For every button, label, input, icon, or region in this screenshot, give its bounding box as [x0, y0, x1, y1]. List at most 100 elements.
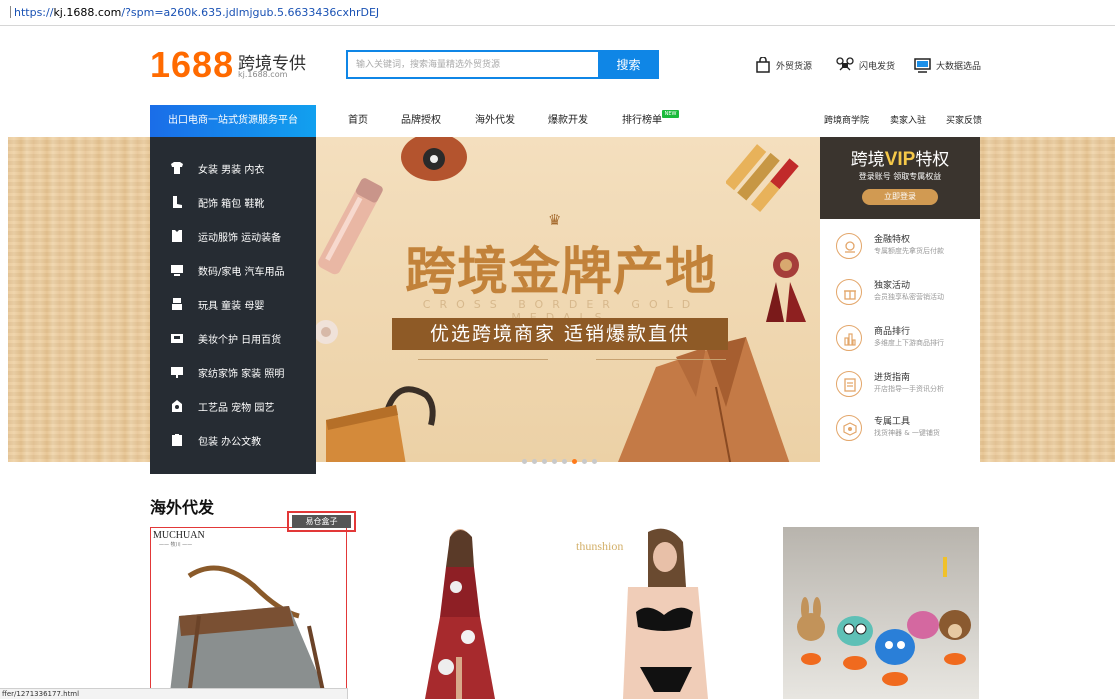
link-foreign-trade-supply[interactable]: 外贸货源 [755, 56, 812, 74]
banner-title: 跨境金牌产地 [404, 243, 717, 302]
logo-url: kj.1688.com [238, 70, 288, 79]
link-label: 外贸货源 [776, 61, 813, 72]
nav-hot-product[interactable]: 爆款开发 [548, 105, 588, 137]
logo-1688[interactable]: 1688 [150, 44, 234, 86]
product-image [797, 557, 971, 686]
service-item-guide[interactable]: 进货指南 开店指导一手资讯分析 [820, 365, 980, 405]
status-bar-url: ffer/1271336177.html [0, 688, 348, 699]
category-label: 数码/家电 汽车用品 [198, 266, 285, 278]
tooltip-box: 易仓盒子 [287, 511, 356, 532]
category-label: 配饰 箱包 鞋靴 [198, 198, 265, 210]
link-label: 闪电发货 [859, 61, 896, 72]
category-label: 玩具 童装 母婴 [198, 300, 265, 312]
service-desc: 开店指导一手资讯分析 [874, 385, 944, 393]
clothing-icon [171, 162, 183, 174]
category-label: 工艺品 宠物 园艺 [198, 402, 275, 414]
vip-title: 跨境VIP特权 [850, 149, 950, 170]
carousel-dots [522, 459, 602, 464]
link-flash-shipping[interactable]: 闪电发货 [836, 56, 895, 74]
product-card[interactable] [380, 527, 537, 699]
boot-icon [173, 196, 182, 208]
category-item-crafts[interactable]: 工艺品 宠物 园艺 [150, 389, 316, 423]
category-item-toys[interactable]: 玩具 童装 母婴 [150, 287, 316, 321]
screen-icon [914, 57, 931, 73]
service-title: 金融特权 [874, 235, 911, 245]
new-badge: NEW [662, 110, 679, 118]
nav-ranking[interactable]: 排行榜单 [622, 105, 662, 137]
service-item-finance[interactable]: 金融特权 专属额度先拿货后付款 [820, 227, 980, 267]
category-item-sports[interactable]: 运动服饰 运动装备 [150, 219, 316, 253]
drone-icon [836, 57, 854, 71]
stone-image [401, 137, 467, 181]
category-item-apparel[interactable]: 女装 男装 内衣 [150, 151, 316, 185]
category-item-packaging[interactable]: 包装 办公文教 [150, 423, 316, 457]
lipstick-image [726, 144, 799, 213]
earring-image [766, 252, 806, 322]
url-domain: kj.1688.com [53, 6, 122, 19]
service-desc: 会员独享私密营销活动 [874, 293, 944, 301]
ranking-icon [844, 333, 856, 346]
bag-icon [756, 57, 770, 73]
nav-home[interactable]: 首页 [348, 105, 368, 137]
service-item-tools[interactable]: 专属工具 找货神器 & 一键铺货 [820, 409, 980, 449]
search-button[interactable]: 搜索 [598, 50, 659, 79]
craft-icon [172, 400, 182, 412]
carousel-dot[interactable] [562, 459, 567, 464]
link-big-data-selection[interactable]: 大数据选品 [914, 56, 981, 74]
handbag-image [326, 386, 436, 462]
service-desc: 找货神器 & 一键铺货 [874, 429, 940, 437]
service-item-ranking[interactable]: 商品排行 多维度上下游商品排行 [820, 319, 980, 359]
product-card[interactable]: thunshion [568, 527, 738, 699]
service-desc: 专属额度先拿货后付款 [874, 247, 944, 255]
carousel-dot[interactable] [582, 459, 587, 464]
category-label: 包装 办公文教 [198, 436, 262, 448]
link-label: 大数据选品 [936, 61, 982, 72]
nav-buyer-feedback[interactable]: 买家反馈 [946, 105, 982, 137]
service-title: 独家活动 [874, 281, 911, 291]
product-brand: thunshion [576, 539, 624, 553]
search-input[interactable] [346, 50, 598, 79]
product-image [425, 529, 495, 699]
product-card[interactable]: MUCHUAN —— 牧川 —— [150, 527, 347, 699]
carousel-dot-active[interactable] [572, 459, 577, 464]
nav-overseas-dropship[interactable]: 海外代发 [475, 105, 515, 137]
category-item-home-textile[interactable]: 家纺家饰 家装 照明 [150, 355, 316, 389]
guide-icon [844, 378, 856, 392]
login-button[interactable]: 立即登录 [862, 189, 938, 205]
category-label: 家纺家饰 家装 照明 [198, 368, 285, 380]
monitor-icon [171, 265, 183, 276]
tooltip-label: 易仓盒子 [292, 515, 351, 528]
carousel-dot[interactable] [552, 459, 557, 464]
vip-subtitle: 登录账号 领取专属权益 [858, 172, 942, 181]
carousel-dot[interactable] [522, 459, 527, 464]
category-item-digital[interactable]: 数码/家电 汽车用品 [150, 253, 316, 287]
url-prefix: https:// [14, 6, 54, 19]
thermos-image [318, 178, 383, 275]
toy-icon [172, 298, 182, 310]
nav-brand-license[interactable]: 品牌授权 [401, 105, 441, 137]
category-item-accessories[interactable]: 配饰 箱包 鞋靴 [150, 185, 316, 219]
office-icon [172, 434, 182, 446]
search-box: 搜索 [346, 50, 659, 79]
url-path: /?spm=a260k.635.jdlmjgub.5.6633436cxhrDE… [121, 6, 380, 19]
category-item-beauty[interactable]: 美妆个护 日用百货 [150, 321, 316, 355]
category-label: 美妆个护 日用百货 [198, 334, 282, 346]
product-brand: MUCHUAN [153, 530, 205, 541]
category-label: 运动服饰 运动装备 [198, 232, 282, 244]
category-menu-header[interactable]: 出口电商一站式货源服务平台 [150, 105, 316, 137]
page: https://kj.1688.com/?spm=a260k.635.jdlmj… [0, 0, 1115, 699]
vip-panel: 跨境VIP特权 登录账号 领取专属权益 立即登录 [820, 137, 980, 219]
address-bar[interactable]: https://kj.1688.com/?spm=a260k.635.jdlmj… [0, 0, 1115, 26]
nav-seller-join[interactable]: 卖家入驻 [890, 105, 926, 137]
nav-academy[interactable]: 跨境商学院 [824, 105, 869, 137]
carousel-dot[interactable] [592, 459, 597, 464]
banner-slogan: 优选跨境商家 适销爆款直供 [392, 318, 728, 350]
service-desc: 多维度上下游商品排行 [874, 339, 944, 347]
service-item-activity[interactable]: 独家活动 会员独享私密营销活动 [820, 273, 980, 313]
carousel-dot[interactable] [542, 459, 547, 464]
product-card[interactable] [783, 527, 979, 699]
finance-icon [845, 241, 855, 253]
carousel-dot[interactable] [532, 459, 537, 464]
lamp-icon [171, 367, 183, 378]
product-brand-sub: —— 牧川 —— [159, 542, 193, 548]
